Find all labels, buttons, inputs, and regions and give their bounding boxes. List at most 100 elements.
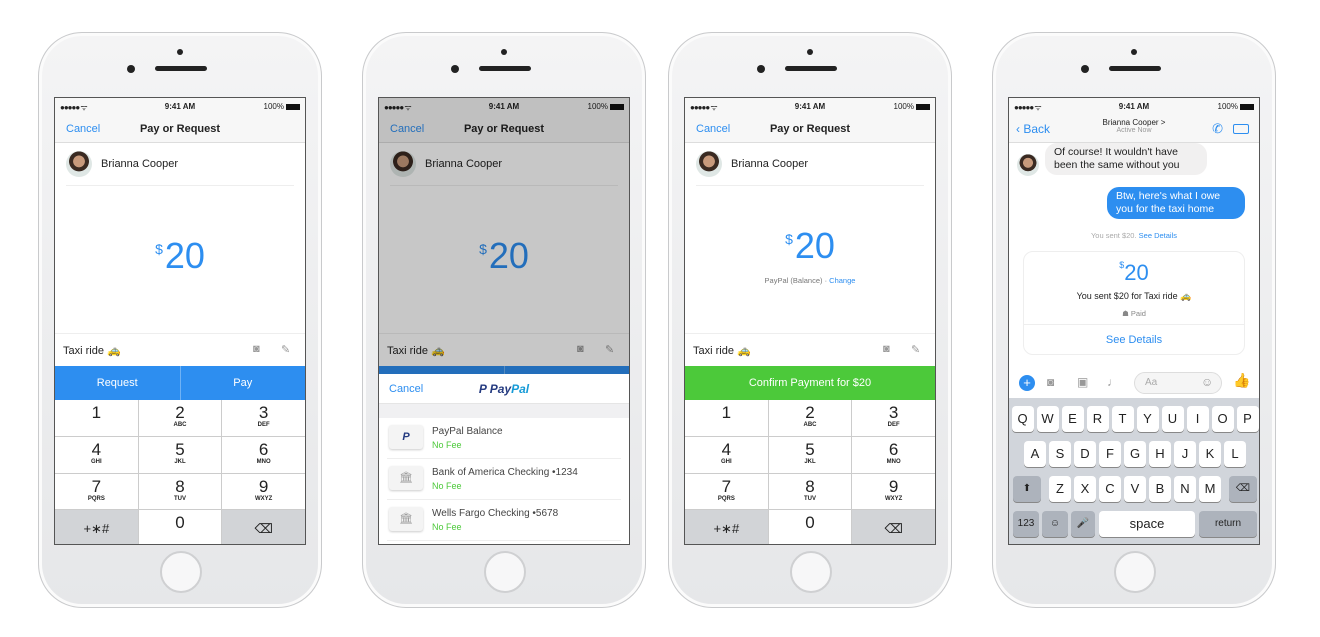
home-button[interactable] <box>160 551 202 593</box>
key-d[interactable]: D <box>1074 441 1096 467</box>
keypad-key[interactable]: 6 MNO <box>852 436 935 473</box>
keypad-key[interactable]: 0 <box>768 510 852 544</box>
shift-key[interactable]: ⬆ <box>1013 476 1041 502</box>
keypad-key[interactable]: +∗# <box>685 510 768 544</box>
cancel-button[interactable]: Cancel <box>66 123 100 135</box>
keypad-key[interactable]: 2 ABC <box>768 400 852 436</box>
key-g[interactable]: G <box>1124 441 1146 467</box>
confirm-payment-button[interactable]: Confirm Payment for $20 <box>685 366 935 400</box>
home-button[interactable] <box>790 551 832 593</box>
paypal-sheet: Cancel P PayPal P PayPal Balance No Fee 🏛 Ba… <box>379 374 629 544</box>
keypad-key[interactable]: 9 WXYZ <box>852 473 935 510</box>
key-s[interactable]: S <box>1049 441 1071 467</box>
keypad-key[interactable]: 5 JKL <box>138 436 222 473</box>
edit-icon[interactable]: ✎ <box>281 343 290 356</box>
paid-status: ☗ Paid <box>1122 309 1146 318</box>
camera-icon[interactable]: ◙ <box>1047 375 1054 389</box>
key-o[interactable]: O <box>1211 406 1234 432</box>
message-incoming: Of course! It wouldn't have been the sam… <box>1045 143 1207 175</box>
camera-icon[interactable]: ◙ <box>253 343 260 355</box>
payment-method-bank-of-america[interactable]: 🏛 Bank of America Checking •1234 No Fee <box>387 459 621 500</box>
key-k[interactable]: K <box>1199 441 1221 467</box>
keypad: 1 2 ABC 3 DEF 4 GHI 5 JKL 6 MNO 7 PQRS 8 TUV 9 WXYZ +∗# 0 ⌫ <box>55 400 305 544</box>
key-b[interactable]: B <box>1149 476 1171 502</box>
key-e[interactable]: E <box>1061 406 1084 432</box>
key-n[interactable]: N <box>1174 476 1196 502</box>
key-v[interactable]: V <box>1124 476 1146 502</box>
key-q[interactable]: Q <box>1011 406 1034 432</box>
like-icon[interactable]: 👍 <box>1233 372 1250 389</box>
keypad-key[interactable]: 4 GHI <box>55 436 138 473</box>
keypad-key[interactable]: 1 <box>685 400 768 436</box>
request-button[interactable]: Request <box>55 366 180 400</box>
phone-confirm: ●●●●● ᯤ 9:41 AM 100% Cancel Pay or Request … <box>668 32 952 608</box>
keypad-key[interactable]: 3 DEF <box>852 400 935 436</box>
keypad-key[interactable]: 7 PQRS <box>685 473 768 510</box>
keypad-key[interactable]: 8 TUV <box>768 473 852 510</box>
key-j[interactable]: J <box>1174 441 1196 467</box>
numbers-key[interactable]: 123 <box>1013 511 1039 537</box>
battery-icon <box>916 103 930 110</box>
keypad-key[interactable]: 5 JKL <box>768 436 852 473</box>
keypad-key[interactable]: 8 TUV <box>138 473 222 510</box>
key-w[interactable]: W <box>1036 406 1059 432</box>
memo-input[interactable]: Taxi ride 🚕 <box>693 344 751 357</box>
delete-key[interactable]: ⌫ <box>1229 476 1257 502</box>
keypad-key[interactable]: 3 DEF <box>222 400 305 436</box>
emoji-icon[interactable]: ☺ <box>1201 375 1213 389</box>
key-x[interactable]: X <box>1074 476 1096 502</box>
payment-method-paypal-balance[interactable]: P PayPal Balance No Fee <box>387 418 621 459</box>
key-y[interactable]: Y <box>1136 406 1159 432</box>
memo-input[interactable]: Taxi ride 🚕 <box>63 344 121 357</box>
home-button[interactable] <box>1114 551 1156 593</box>
amount-display: $20 <box>785 225 835 266</box>
keyboard: Q W E R T Y U I O P A S D F G H J K L Z X C V B N M ⬆ ⌫ 123 ☺ 🎤 space re… <box>1009 398 1259 544</box>
key-a[interactable]: A <box>1024 441 1046 467</box>
video-icon[interactable] <box>1233 124 1249 134</box>
key-c[interactable]: C <box>1099 476 1121 502</box>
image-icon[interactable]: ▣ <box>1077 375 1088 389</box>
key-f[interactable]: F <box>1099 441 1121 467</box>
mic-icon[interactable]: ♩ <box>1107 375 1119 389</box>
keypad-key[interactable]: 4 GHI <box>685 436 768 473</box>
camera-icon[interactable]: ◙ <box>883 343 890 355</box>
sheet-cancel-button[interactable]: Cancel <box>389 383 423 395</box>
key-p[interactable]: P <box>1236 406 1259 432</box>
cancel-button[interactable]: Cancel <box>696 123 730 135</box>
keypad-key[interactable]: ⌫ <box>222 510 305 544</box>
card-see-details-button[interactable]: See Details <box>1024 324 1244 354</box>
keypad-key[interactable]: ⌫ <box>852 510 935 544</box>
key-r[interactable]: R <box>1086 406 1109 432</box>
keypad-key[interactable]: 1 <box>55 400 138 436</box>
space-key[interactable]: space <box>1099 511 1195 537</box>
keypad-key[interactable]: 7 PQRS <box>55 473 138 510</box>
keypad-key[interactable]: 6 MNO <box>222 436 305 473</box>
key-u[interactable]: U <box>1161 406 1184 432</box>
see-details-link[interactable]: See Details <box>1139 231 1177 240</box>
key-h[interactable]: H <box>1149 441 1171 467</box>
avatar <box>696 151 722 177</box>
dim-overlay[interactable] <box>379 98 629 374</box>
phone-icon[interactable]: ✆ <box>1212 121 1223 137</box>
back-button[interactable]: ‹ Back <box>1016 122 1050 136</box>
message-outgoing: Btw, here's what I owe you for the taxi … <box>1107 187 1245 219</box>
home-button[interactable] <box>484 551 526 593</box>
keypad-key[interactable]: +∗# <box>55 510 138 544</box>
key-t[interactable]: T <box>1111 406 1134 432</box>
key-m[interactable]: M <box>1199 476 1221 502</box>
edit-icon[interactable]: ✎ <box>911 343 920 356</box>
emoji-key[interactable]: ☺ <box>1042 511 1068 537</box>
key-z[interactable]: Z <box>1049 476 1071 502</box>
return-key[interactable]: return <box>1199 511 1257 537</box>
key-l[interactable]: L <box>1224 441 1246 467</box>
keypad-key[interactable]: 2 ABC <box>138 400 222 436</box>
keypad-key[interactable]: 0 <box>138 510 222 544</box>
pay-button[interactable]: Pay <box>179 366 306 400</box>
plus-icon[interactable]: + <box>1019 375 1035 391</box>
payment-method-wells-fargo[interactable]: 🏛 Wells Fargo Checking •5678 No Fee <box>387 500 621 541</box>
avatar <box>1017 154 1039 176</box>
key-i[interactable]: I <box>1186 406 1209 432</box>
change-source-link[interactable]: Change <box>829 276 855 285</box>
dictation-key[interactable]: 🎤 <box>1071 511 1095 537</box>
keypad-key[interactable]: 9 WXYZ <box>222 473 305 510</box>
